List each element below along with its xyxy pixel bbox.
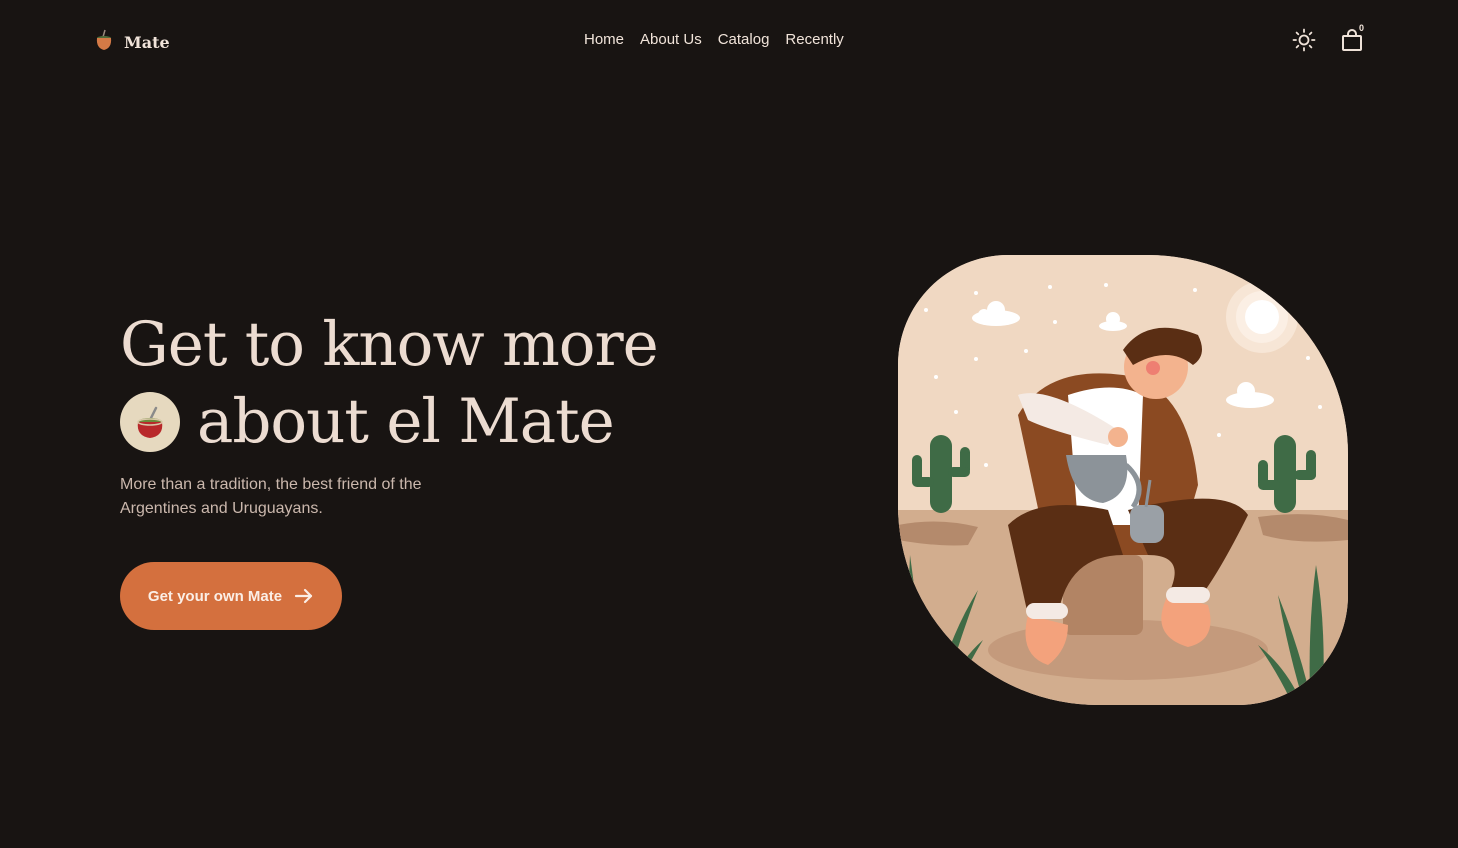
mate-cup-icon bbox=[94, 28, 114, 57]
cta-label: Get your own Mate bbox=[147, 587, 283, 605]
hero-illustration bbox=[898, 255, 1348, 705]
cart-count-badge: 0 bbox=[1358, 23, 1364, 33]
main-nav: Home About Us Catalog Recently bbox=[584, 31, 844, 48]
arrow-right-icon bbox=[294, 588, 313, 604]
hero-title-line2: about el Mate bbox=[197, 386, 615, 457]
logo-link[interactable]: Mate bbox=[94, 28, 170, 57]
header-actions: 0 bbox=[1290, 23, 1366, 54]
logo-text: Mate bbox=[124, 33, 170, 52]
sun-icon bbox=[1292, 28, 1316, 52]
hero-description: More than a tradition, the best friend o… bbox=[120, 476, 422, 517]
nav-catalog[interactable]: Catalog bbox=[718, 31, 770, 48]
nav-recently[interactable]: Recently bbox=[785, 31, 843, 48]
hero-title: Get to know more about el Mate bbox=[120, 306, 740, 460]
theme-toggle-button[interactable] bbox=[1290, 26, 1318, 54]
hero-title-line2-wrap: about el Mate bbox=[120, 383, 740, 460]
nav-about-us[interactable]: About Us bbox=[640, 31, 702, 48]
mate-gourd-icon bbox=[120, 391, 180, 452]
cart-button[interactable]: 0 bbox=[1338, 23, 1366, 54]
nav-home[interactable]: Home bbox=[584, 31, 624, 48]
get-mate-button[interactable]: Get your own Mate bbox=[120, 562, 342, 630]
hero-title-line1: Get to know more bbox=[120, 309, 659, 380]
site-header: Mate Home About Us Catalog Recently 0 bbox=[0, 0, 1458, 82]
